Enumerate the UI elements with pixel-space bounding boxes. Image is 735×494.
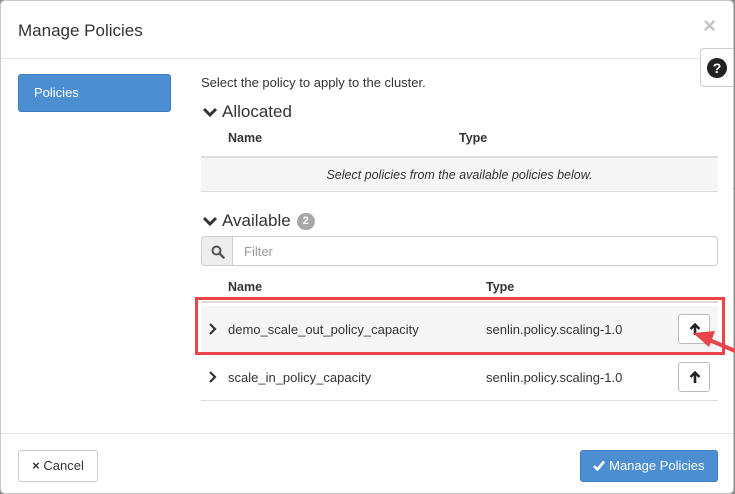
arrow-up-icon: [689, 371, 701, 383]
policy-name: demo_scale_out_policy_capacity: [228, 322, 419, 337]
policy-type: senlin.policy.scaling-1.0: [486, 370, 623, 385]
check-icon: [593, 460, 606, 472]
allocated-col-type: Type: [459, 131, 488, 145]
allocated-col-name: Name: [228, 131, 263, 145]
filter-input[interactable]: [232, 236, 718, 266]
arrow-up-icon: [689, 323, 701, 335]
available-col-type: Type: [486, 280, 515, 294]
available-heading-label: Available: [222, 211, 291, 230]
modal-title: Manage Policies: [18, 21, 143, 40]
allocate-button[interactable]: [678, 314, 710, 344]
cancel-button-label: Cancel: [43, 458, 84, 473]
allocated-heading[interactable]: Allocated: [201, 102, 292, 122]
available-col-name: Name: [228, 280, 263, 294]
cancel-button[interactable]: × Cancel: [18, 450, 98, 482]
policy-name: scale_in_policy_capacity: [228, 370, 372, 385]
chevron-right-icon[interactable]: [208, 371, 217, 383]
chevron-down-icon: [202, 107, 218, 118]
available-count-badge: 2: [296, 212, 315, 230]
close-icon: ×: [32, 458, 40, 473]
nav-item-policies[interactable]: Policies: [18, 74, 171, 112]
chevron-right-icon[interactable]: [208, 323, 217, 335]
modal-footer: × Cancel Manage Policies: [1, 433, 733, 494]
question-icon: ?: [707, 58, 727, 78]
search-icon: [211, 245, 225, 259]
allocate-button[interactable]: [678, 362, 710, 392]
available-heading[interactable]: Available 2: [201, 211, 315, 231]
intro-text: Select the policy to apply to the cluste…: [201, 75, 426, 90]
policy-type: senlin.policy.scaling-1.0: [486, 322, 623, 337]
table-row[interactable]: scale_in_policy_capacity senlin.policy.s…: [201, 354, 718, 401]
allocated-empty-message: Select policies from the available polic…: [201, 156, 718, 192]
submit-button-label: Manage Policies: [609, 458, 705, 473]
modal-header: Manage Policies ×: [1, 1, 733, 59]
filter-addon: [201, 236, 233, 266]
table-header-divider: [201, 301, 718, 303]
filter-group: [201, 236, 718, 266]
chevron-down-icon: [202, 216, 218, 227]
help-button[interactable]: ?: [700, 48, 734, 87]
table-row[interactable]: demo_scale_out_policy_capacity senlin.po…: [201, 306, 718, 353]
allocated-heading-label: Allocated: [222, 102, 292, 121]
manage-policies-submit-button[interactable]: Manage Policies: [580, 450, 718, 482]
close-icon[interactable]: ×: [703, 15, 716, 37]
manage-policies-modal: Manage Policies × ? Policies Select the …: [0, 0, 735, 494]
row-divider: [201, 400, 718, 401]
